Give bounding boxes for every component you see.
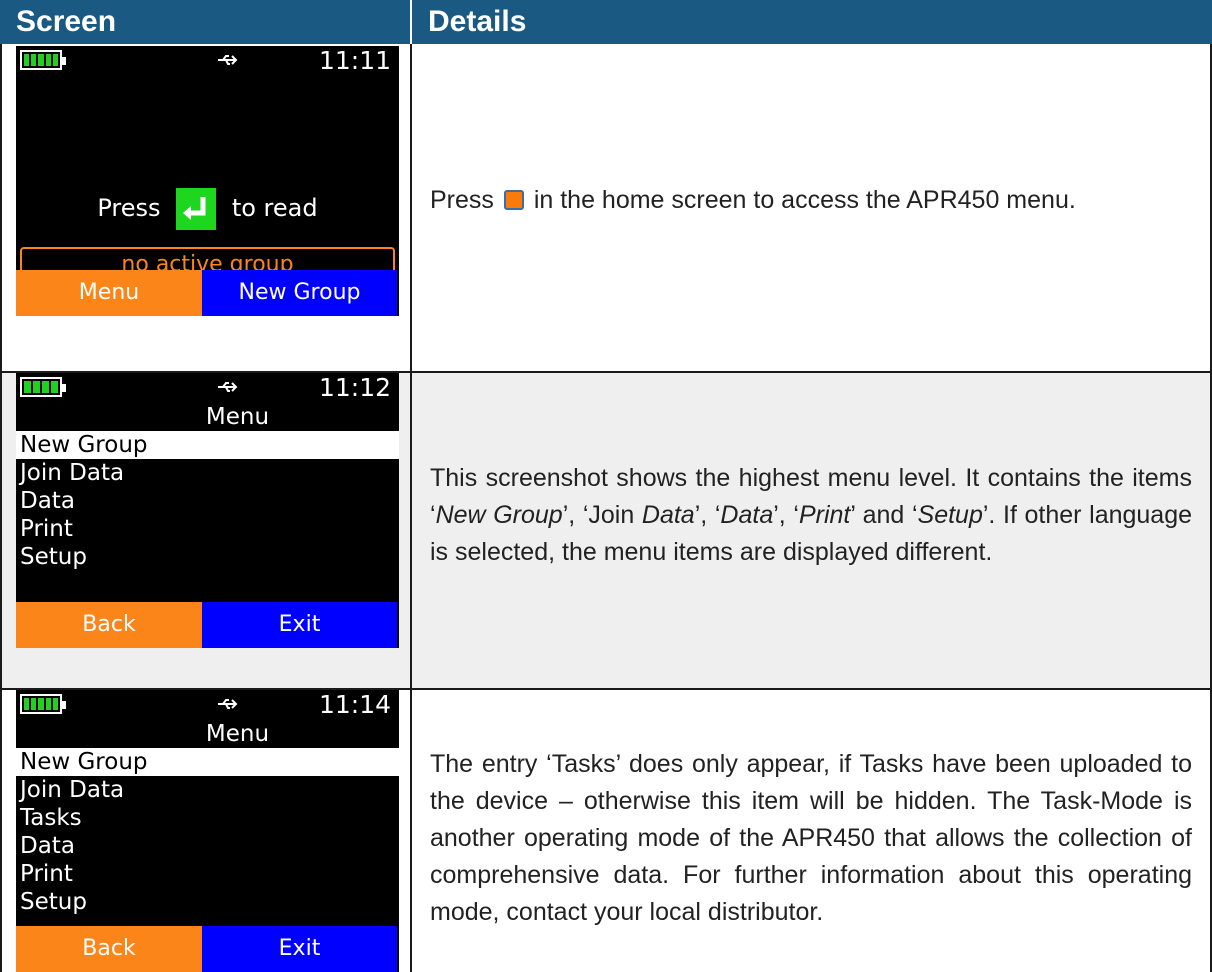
screen-cell: 11:11 Press to read no active group Menu	[0, 44, 410, 371]
column-header-screen: Screen	[0, 0, 410, 44]
usb-icon	[218, 699, 238, 709]
softkey-back[interactable]: Back	[16, 926, 202, 972]
table-row-menu: 11:12 Menu New Group Join Data Data Prin…	[0, 373, 1212, 690]
menu-item-join-data[interactable]: Join Data	[16, 459, 399, 487]
to-read-text: to read	[231, 194, 318, 222]
table-row-home-screen: 11:11 Press to read no active group Menu	[0, 44, 1212, 373]
screen-cell: 11:12 Menu New Group Join Data Data Prin…	[0, 373, 410, 688]
menu-item-print[interactable]: Print	[16, 860, 399, 888]
enter-key-icon	[176, 188, 217, 230]
screen-cell: 11:14 Menu New Group Join Data Tasks Dat…	[0, 690, 410, 972]
details-cell: The entry ‘Tasks’ does only appear, if T…	[410, 690, 1212, 972]
softkey-bar: Back Exit	[16, 602, 399, 648]
device-home-screen: 11:11 Press to read no active group Menu	[16, 46, 399, 316]
menu-item-new-group[interactable]: New Group	[16, 431, 399, 459]
press-text: Press	[97, 194, 161, 222]
softkey-bar: Menu New Group	[16, 270, 399, 316]
menu-item-setup[interactable]: Setup	[16, 543, 399, 571]
clock: 11:11	[318, 46, 391, 75]
menu-title: Menu	[205, 721, 270, 747]
menu-list: New Group Join Data Data Print Setup	[16, 431, 399, 571]
status-bar: 11:12	[16, 373, 399, 405]
status-bar: 11:14	[16, 690, 399, 722]
device-menu-screen: 11:12 Menu New Group Join Data Data Prin…	[16, 373, 399, 648]
usb-icon	[218, 382, 238, 392]
press-to-read-prompt: Press to read	[16, 186, 399, 230]
softkey-bar: Back Exit	[16, 926, 399, 972]
menu-title: Menu	[205, 404, 270, 430]
menu-item-print[interactable]: Print	[16, 515, 399, 543]
clock: 11:12	[318, 373, 391, 402]
menu-item-data[interactable]: Data	[16, 487, 399, 515]
device-menu-tasks-screen: 11:14 Menu New Group Join Data Tasks Dat…	[16, 690, 399, 972]
details-cell: Press in the home screen to access the A…	[410, 44, 1212, 371]
softkey-menu[interactable]: Menu	[16, 270, 202, 316]
usb-icon	[218, 55, 238, 65]
menu-item-data[interactable]: Data	[16, 832, 399, 860]
softkey-back[interactable]: Back	[16, 602, 202, 648]
battery-icon	[20, 50, 66, 70]
details-text: The entry ‘Tasks’ does only appear, if T…	[430, 750, 1192, 926]
screen-details-table: Screen Details 11:11 Press to read no ac…	[0, 0, 1212, 972]
menu-list: New Group Join Data Tasks Data Print Set…	[16, 748, 399, 916]
battery-icon	[20, 377, 66, 397]
table-row-menu-with-tasks: 11:14 Menu New Group Join Data Tasks Dat…	[0, 690, 1212, 972]
menu-item-tasks[interactable]: Tasks	[16, 804, 399, 832]
status-bar: 11:11	[16, 46, 399, 78]
battery-icon	[20, 694, 66, 714]
details-text: This screenshot shows the highest menu l…	[430, 464, 1193, 566]
menu-item-join-data[interactable]: Join Data	[16, 776, 399, 804]
menu-item-new-group[interactable]: New Group	[16, 748, 399, 776]
details-cell: This screenshot shows the highest menu l…	[410, 373, 1212, 688]
softkey-exit[interactable]: Exit	[202, 602, 397, 648]
softkey-exit[interactable]: Exit	[202, 926, 397, 972]
details-text: Press in the home screen to access the A…	[430, 186, 1076, 214]
clock: 11:14	[318, 690, 391, 719]
column-header-details: Details	[410, 0, 1212, 44]
softkey-new-group[interactable]: New Group	[202, 270, 397, 316]
orange-button-icon	[503, 190, 524, 210]
menu-item-setup[interactable]: Setup	[16, 888, 399, 916]
